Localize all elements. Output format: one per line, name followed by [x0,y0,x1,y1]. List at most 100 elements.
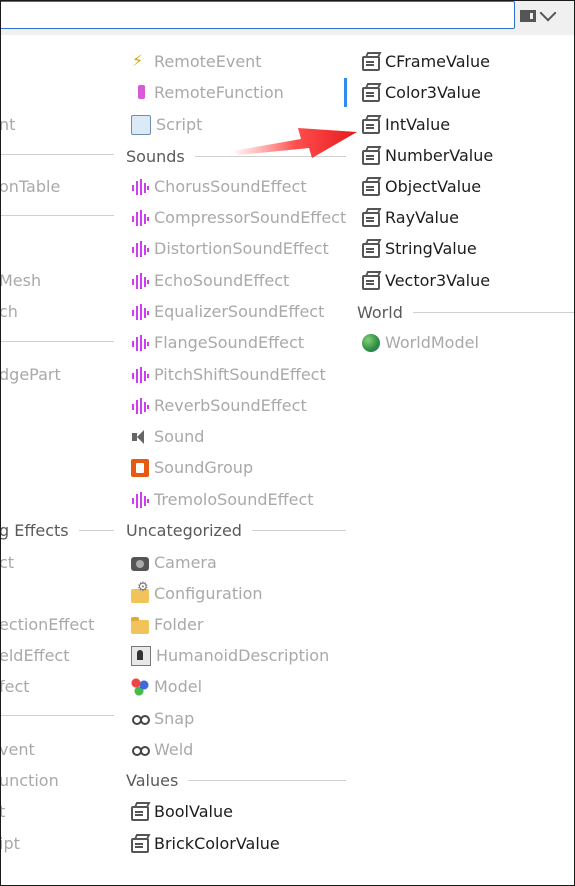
item-folder[interactable]: Folder [131,609,203,640]
left-item[interactable]: eldEffect [0,640,70,671]
search-input[interactable] [1,1,515,29]
item-camera[interactable]: Camera [131,547,217,578]
item-label: DistortionSoundEffect [154,239,329,258]
item-label: RemoteEvent [154,52,262,71]
item-number-value[interactable]: NumberValue [362,140,493,171]
item-reverb-sound-effect[interactable]: ReverbSoundEffect [131,390,307,421]
item-label: ch [0,302,18,321]
value-icon [362,181,380,196]
sound-effect-icon [131,333,149,352]
item-label: NumberValue [385,146,494,165]
item-humanoid-description[interactable]: HumanoidDescription [131,640,329,671]
item-compressor-sound-effect[interactable]: CompressorSoundEffect [131,202,346,233]
item-flange-sound-effect[interactable]: FlangeSoundEffect [131,327,304,358]
item-chorus-sound-effect[interactable]: ChorusSoundEffect [131,171,307,202]
item-label: Script [156,115,203,134]
camera-icon [131,556,149,571]
item-label: EqualizerSoundEffect [154,302,325,321]
left-item[interactable]: unction [0,765,59,796]
divider [1,341,114,342]
item-vector3-value[interactable]: Vector3Value [362,265,490,296]
item-weld[interactable]: Weld [131,734,193,765]
filter-dropdown[interactable] [520,4,564,25]
left-item[interactable]: dgePart [1,359,61,390]
item-label: Vector3Value [385,271,491,290]
item-tremolo-sound-effect[interactable]: TremoloSoundEffect [131,484,314,515]
item-label: eldEffect [0,646,70,665]
item-label: PitchShiftSoundEffect [154,365,326,384]
search-bar [1,1,574,35]
left-item[interactable]: ipt [0,828,20,859]
section-heading-effects: g Effects [1,516,114,544]
sound-effect-icon [131,271,149,290]
item-label: WorldModel [385,333,479,352]
item-remote-event[interactable]: RemoteEvent [131,46,262,77]
value-icon [362,150,380,165]
item-echo-sound-effect[interactable]: EchoSoundEffect [131,265,289,296]
left-item[interactable]: ectionEffect [0,609,95,640]
left-item[interactable]: vent [1,734,35,765]
item-label: BoolValue [154,802,233,821]
value-icon [362,56,380,71]
globe-icon [362,333,380,352]
item-pitch-shift-sound-effect[interactable]: PitchShiftSoundEffect [131,359,326,390]
item-string-value[interactable]: StringValue [362,233,477,264]
left-item[interactable]: t [1,796,5,827]
divider [188,779,346,781]
item-cframe-value[interactable]: CFrameValue [362,46,490,77]
divider [194,155,346,157]
weld-icon [131,741,150,759]
item-label: nt [0,115,16,134]
section-heading-world: World [357,298,574,326]
left-item[interactable]: ch [0,296,18,327]
item-label: ectionEffect [0,615,95,634]
item-world-model[interactable]: WorldModel [362,327,479,358]
item-distortion-sound-effect[interactable]: DistortionSoundEffect [131,233,329,264]
item-object-value[interactable]: ObjectValue [362,171,481,202]
item-int-value[interactable]: IntValue [362,109,450,140]
item-sound-group[interactable]: SoundGroup [131,452,253,483]
configuration-icon [131,580,149,603]
value-icon [362,243,380,258]
item-sound[interactable]: Sound [131,421,204,452]
item-color3-value[interactable]: Color3Value [362,77,481,108]
value-icon [131,806,149,821]
item-label: CompressorSoundEffect [154,208,347,227]
left-item[interactable]: ct [0,547,15,578]
speaker-icon [131,428,149,446]
left-item[interactable]: onTable [0,171,61,202]
divider [1,215,114,216]
item-label: Snap [154,709,195,728]
item-label: ipt [0,834,20,853]
section-label: Sounds [126,146,185,166]
item-configuration[interactable]: Configuration [131,578,263,609]
item-label: StringValue [385,239,477,258]
item-label: ct [0,553,15,572]
item-label: onTable [0,177,61,196]
item-model[interactable]: Model [131,671,202,702]
left-item[interactable]: fect [0,671,30,702]
item-ray-value[interactable]: RayValue [362,202,459,233]
item-bool-value[interactable]: BoolValue [131,796,233,827]
item-remote-function[interactable]: RemoteFunction [131,77,284,108]
item-label: RayValue [385,208,459,227]
item-snap[interactable]: Snap [131,703,194,734]
divider [78,529,114,531]
sound-group-icon [131,458,149,477]
sound-effect-icon [131,396,149,415]
item-brick-color-value[interactable]: BrickColorValue [131,828,280,859]
item-label: fect [0,677,30,696]
item-equalizer-sound-effect[interactable]: EqualizerSoundEffect [131,296,324,327]
item-label: Color3Value [385,83,481,102]
section-label: Values [126,770,179,790]
left-item[interactable]: Mesh [1,265,41,296]
item-label: TremoloSoundEffect [154,490,314,509]
item-script[interactable]: Script [131,109,202,140]
folder-icon [131,616,149,634]
item-label: t [1,802,5,821]
item-label: FlangeSoundEffect [154,333,305,352]
left-item[interactable]: nt [0,109,16,140]
sound-effect-icon [131,208,149,227]
section-heading-values: Values [126,766,346,794]
item-label: unction [0,771,59,790]
